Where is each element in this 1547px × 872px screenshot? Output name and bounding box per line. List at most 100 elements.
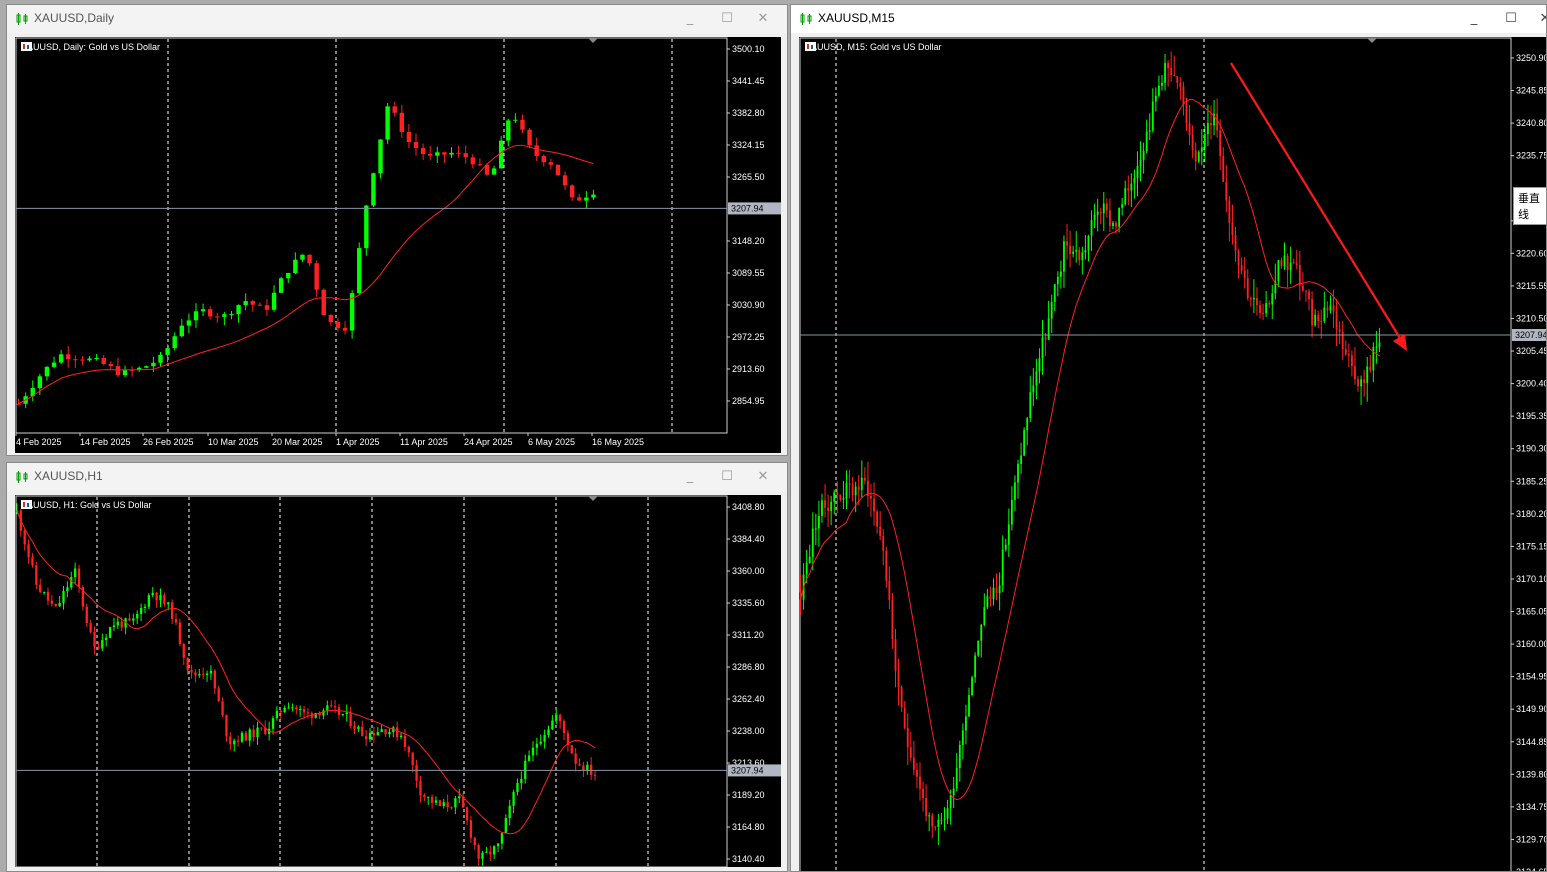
candle-body [1121, 204, 1124, 208]
chart-candles-icon [16, 471, 28, 483]
candle-body [851, 484, 854, 496]
candle-body [35, 565, 38, 585]
close-button[interactable]: ✕ [752, 467, 774, 487]
candle-body [870, 495, 872, 499]
candle-body [256, 727, 259, 738]
window-daily[interactable]: XAUUSD,Daily _ ☐ ✕ 3500.10 3441.45 3382.80… [6, 4, 788, 456]
price-label: 3235.75 [1516, 151, 1547, 161]
price-label: 3500.10 [732, 44, 765, 54]
price-label: 3189.20 [732, 790, 765, 800]
candle-body [906, 727, 909, 748]
candle-body [1225, 181, 1228, 201]
price-label: 3215.55 [1516, 281, 1547, 291]
candle-body [836, 492, 839, 495]
candle-body [378, 139, 383, 174]
candle-body [307, 254, 312, 264]
candle-body [558, 714, 562, 722]
window-h1-titlebar[interactable]: XAUUSD,H1 _ ☐ ✕ [7, 463, 787, 491]
candle-body [233, 740, 236, 745]
candle-body [244, 732, 248, 741]
candle-body [1158, 85, 1160, 96]
candle-body [1305, 290, 1307, 292]
time-label: 14 Feb 2025 [80, 437, 131, 447]
candle-body [1105, 203, 1108, 211]
candle-body [489, 851, 492, 855]
candle-body [207, 309, 213, 317]
candle-body [952, 788, 955, 796]
maximize-button[interactable]: ☐ [1500, 9, 1522, 29]
price-label: 3154.95 [1516, 672, 1547, 682]
window-m15[interactable]: XAUUSD,M15 _ ☐ ✕ 3250.90 3245.85 3240.80 32… [790, 4, 1547, 872]
minimize-button[interactable]: _ [679, 9, 701, 29]
candle-body [1029, 392, 1032, 419]
candle-body [163, 595, 166, 605]
candle-body [260, 727, 263, 729]
candle-body [1056, 276, 1059, 285]
candle-body [465, 807, 469, 821]
candle-body [1014, 482, 1016, 500]
candle-body [839, 494, 842, 500]
candle-body [271, 292, 277, 310]
candle-body [992, 587, 995, 599]
candle-body [1372, 346, 1375, 371]
candle-body [912, 757, 915, 771]
candle-body [961, 730, 964, 745]
window-h1[interactable]: XAUUSD,H1 _ ☐ ✕ 3408.80 3384.40 3360.00 333… [6, 462, 788, 872]
candle-body [252, 729, 255, 738]
candle-body [1265, 303, 1268, 314]
candle-body [1357, 379, 1359, 387]
chart-daily[interactable]: 3500.10 3441.45 3382.80 3324.15 3265.50 3148.… [15, 37, 781, 453]
time-label: 16 May 2025 [592, 437, 644, 447]
window-m15-titlebar[interactable]: XAUUSD,M15 _ ☐ ✕ [791, 5, 1546, 33]
candle-body [215, 316, 220, 318]
plot-border [799, 37, 1512, 871]
candle-body [66, 354, 71, 360]
candle-body [493, 846, 496, 855]
candle-body [27, 544, 30, 558]
candle-body [151, 592, 154, 596]
candle-body [833, 492, 836, 502]
candle-body [357, 248, 362, 294]
price-label: 3408.80 [732, 502, 765, 512]
candle-body [1139, 159, 1142, 167]
chart-shift-marker [588, 496, 598, 501]
price-label: 3149.90 [1516, 704, 1547, 714]
chart-h1[interactable]: 3408.80 3384.40 3360.00 3335.60 3311.20 3286.… [15, 495, 781, 867]
window-daily-titlebar[interactable]: XAUUSD,Daily _ ☐ ✕ [7, 5, 787, 33]
candle-body [293, 259, 298, 273]
price-label: 2972.25 [732, 332, 765, 342]
minimize-button[interactable]: _ [679, 467, 701, 487]
chart-header-text: XAUUSD, M15: Gold vs US Dollar [805, 42, 942, 52]
current-price-label: 3207.94 [731, 765, 764, 775]
candle-body [547, 729, 550, 735]
candle-body [1136, 166, 1139, 178]
candle-body [1329, 305, 1332, 311]
maximize-button[interactable]: ☐ [716, 467, 738, 487]
candle-body [1203, 134, 1206, 148]
candle-body [257, 304, 263, 306]
close-button[interactable]: ✕ [1534, 9, 1546, 29]
chart-shift-marker [1367, 38, 1377, 43]
candle-body [582, 765, 585, 771]
candle-body [931, 815, 934, 827]
candle-body [1289, 262, 1292, 271]
close-button[interactable]: ✕ [752, 9, 774, 29]
candle-body [1311, 299, 1313, 326]
candle-body [458, 796, 461, 799]
candle-body [1167, 63, 1170, 68]
chart-m15[interactable]: 3250.903245.853240.803235.753225.653220.… [799, 37, 1547, 871]
candle-body [446, 802, 449, 808]
maximize-button[interactable]: ☐ [716, 9, 738, 29]
candle-body [882, 535, 885, 551]
candle-body [817, 515, 820, 529]
candle-body [159, 595, 162, 601]
candle-body [217, 688, 220, 702]
candle-body [306, 712, 310, 714]
candle-body [413, 142, 419, 148]
candle-body [300, 254, 305, 260]
minimize-button[interactable]: _ [1463, 9, 1485, 29]
candle-body [396, 727, 399, 738]
candle-body [428, 153, 433, 156]
candle-body [136, 613, 139, 619]
candle-body [995, 587, 998, 594]
